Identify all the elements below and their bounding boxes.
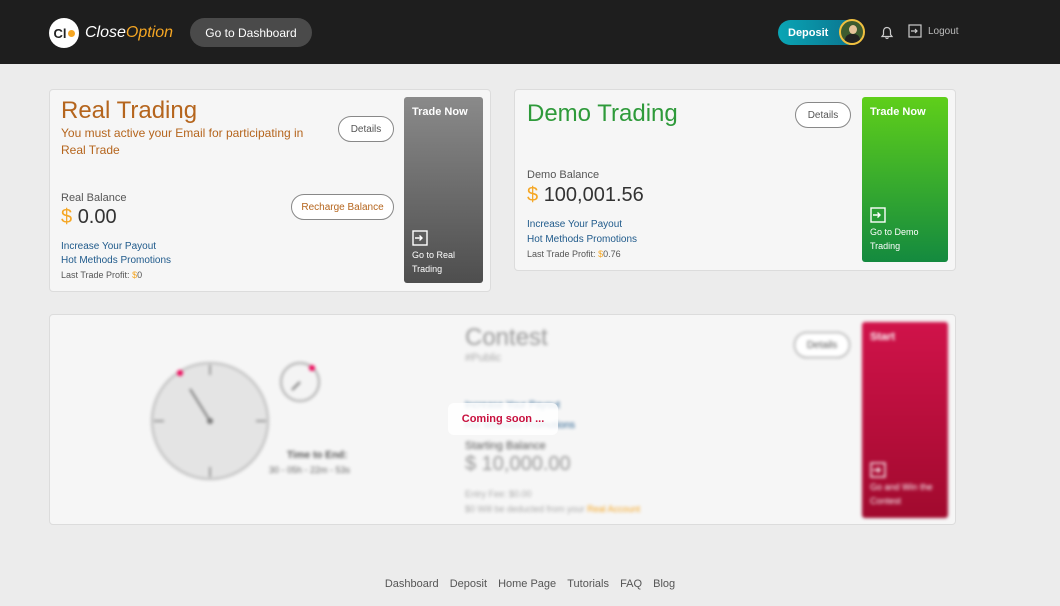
starting-balance-value: $ 10,000.00 xyxy=(465,453,571,475)
real-balance: $ 0.00 xyxy=(61,206,117,229)
starting-balance-label: Starting Balance xyxy=(465,440,546,452)
logo-accent: Option xyxy=(125,24,174,41)
footer-link-blog[interactable]: Blog xyxy=(653,578,675,590)
demo-balance-currency: $ xyxy=(527,184,539,206)
demo-last-trade-profit: Last Trade Profit: $0.76 xyxy=(527,249,621,259)
enter-icon xyxy=(870,462,886,478)
demo-balance-value: 100,001.56 xyxy=(543,184,644,206)
demo-increase-payout-link[interactable]: Increase Your Payout xyxy=(527,219,622,230)
avatar-body xyxy=(845,34,860,43)
contest-clock-graphic xyxy=(151,362,269,480)
real-profit-label: Last Trade Profit: xyxy=(61,270,130,280)
logout-icon xyxy=(908,24,922,38)
coming-soon-overlay: Coming soon ... xyxy=(448,403,558,435)
real-balance-label: Real Balance xyxy=(61,192,127,204)
contest-details-button[interactable]: Details xyxy=(794,332,850,358)
demo-details-button[interactable]: Details xyxy=(795,102,851,128)
contest-start-panel[interactable]: Start Go and Win the Contest xyxy=(862,322,948,518)
bell-icon[interactable] xyxy=(880,26,894,40)
avatar-face xyxy=(849,25,857,34)
go-win-contest-label: Go and Win the Contest xyxy=(870,482,933,506)
contest-start-label: Start xyxy=(870,331,896,343)
real-details-button[interactable]: Details xyxy=(338,116,394,142)
demo-trading-title: Demo Trading xyxy=(527,100,678,127)
footer-link-deposit[interactable]: Deposit xyxy=(450,578,487,590)
enter-icon xyxy=(412,230,428,246)
time-to-end-label: Time to End: xyxy=(287,450,348,461)
footer-link-home-page[interactable]: Home Page xyxy=(498,578,556,590)
logo-prefix: Close xyxy=(85,24,126,41)
logout-label: Logout xyxy=(928,25,959,37)
logo[interactable]: Cl CloseOption xyxy=(49,18,173,48)
real-trading-card: Real Trading You must active your Email … xyxy=(49,89,491,292)
contest-title: Contest xyxy=(465,324,548,351)
demo-hot-methods-link[interactable]: Hot Methods Promotions xyxy=(527,234,637,245)
demo-profit-value: 0.76 xyxy=(603,249,621,259)
real-trade-now-label: Trade Now xyxy=(412,106,468,118)
real-last-trade-profit: Last Trade Profit: $0 xyxy=(61,270,142,280)
top-navbar: Cl CloseOption Go to Dashboard Deposit L… xyxy=(0,0,1060,64)
demo-profit-label: Last Trade Profit: xyxy=(527,249,596,259)
go-to-real-trading-label: Go to Real Trading xyxy=(412,250,456,274)
demo-balance-label: Demo Balance xyxy=(527,169,600,181)
logo-dot xyxy=(67,29,75,37)
demo-trade-now-label: Trade Now xyxy=(870,106,926,118)
email-activation-notice: You must active your Email for participa… xyxy=(61,126,304,157)
logo-badge-text: Cl xyxy=(53,25,67,41)
real-trade-now-panel[interactable]: Trade Now Go to Real Trading xyxy=(404,97,483,283)
time-to-end-value: 30 - 05h - 22m - 53s xyxy=(269,465,351,475)
demo-trading-card: Demo Trading Details Demo Balance $ 100,… xyxy=(514,89,956,271)
contest-small-clock-graphic xyxy=(280,362,320,402)
recharge-balance-button[interactable]: Recharge Balance xyxy=(291,194,394,220)
contest-subtitle: #Public xyxy=(465,352,502,364)
logout-link[interactable]: Logout xyxy=(908,24,959,38)
logo-badge: Cl xyxy=(49,18,79,48)
coming-soon-text: Coming soon ... xyxy=(461,413,545,425)
deduct-note-text: $0 Will be deducted from your xyxy=(465,504,585,514)
real-account-link[interactable]: Real Account xyxy=(587,504,640,514)
avatar[interactable] xyxy=(839,19,865,45)
real-hot-methods-link[interactable]: Hot Methods Promotions xyxy=(61,255,171,266)
demo-balance: $ 100,001.56 xyxy=(527,184,644,207)
logo-text: CloseOption xyxy=(85,24,173,42)
enter-icon xyxy=(870,207,886,223)
real-balance-currency: $ xyxy=(61,206,73,228)
entry-fee: Entry Fee: $0.00 xyxy=(465,489,532,499)
go-to-demo-trading-label: Go to Demo Trading xyxy=(870,227,919,251)
real-balance-value: 0.00 xyxy=(77,206,117,228)
footer-link-faq[interactable]: FAQ xyxy=(620,578,642,590)
go-to-dashboard-button[interactable]: Go to Dashboard xyxy=(190,18,312,47)
footer-link-tutorials[interactable]: Tutorials xyxy=(567,578,609,590)
real-trading-title: Real Trading xyxy=(61,97,198,124)
real-profit-value: 0 xyxy=(137,270,143,280)
footer-link-dashboard[interactable]: Dashboard xyxy=(385,578,439,590)
contest-card: Time to End: 30 - 05h - 22m - 53s Contes… xyxy=(49,314,956,525)
real-increase-payout-link[interactable]: Increase Your Payout xyxy=(61,241,156,252)
footer-links: Dashboard Deposit Home Page Tutorials FA… xyxy=(0,578,1060,590)
demo-trade-now-panel[interactable]: Trade Now Go to Demo Trading xyxy=(862,97,948,262)
deduct-note: $0 Will be deducted from your Real Accou… xyxy=(465,504,640,514)
